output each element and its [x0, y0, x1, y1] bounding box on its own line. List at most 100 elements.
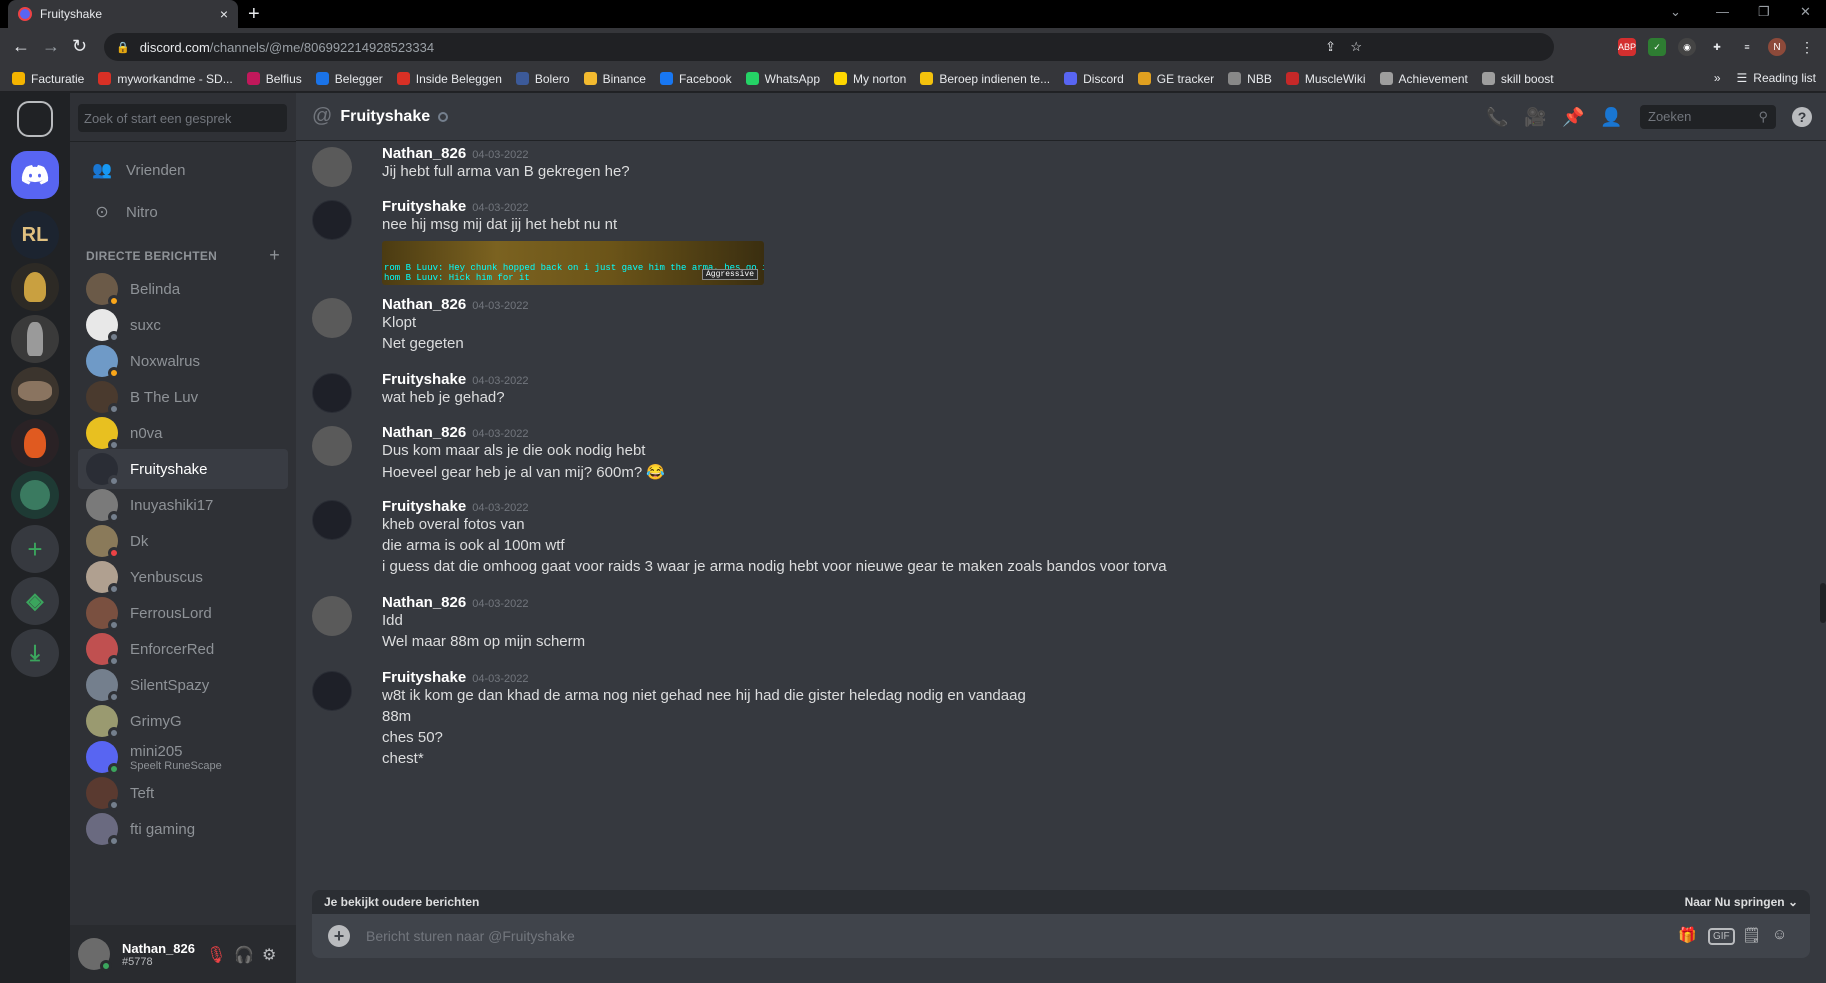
download-apps-icon[interactable]: ⤓ [11, 629, 59, 677]
tab-search-icon[interactable]: ⌄ [1670, 4, 1681, 20]
bookmark-item[interactable]: Facturatie [12, 72, 84, 86]
server-icon[interactable]: RL [11, 211, 59, 259]
server-knight-icon[interactable] [11, 315, 59, 363]
sticker-icon[interactable]: 🗒 [1742, 926, 1761, 944]
headphones-icon[interactable]: 🎧 [234, 945, 254, 965]
add-attachment-icon[interactable]: + [328, 925, 350, 947]
message-avatar[interactable] [312, 500, 352, 540]
extensions-puzzle-icon[interactable]: ✚ [1708, 38, 1726, 56]
message-avatar[interactable] [312, 671, 352, 711]
pinned-messages-icon[interactable]: 📌 [1562, 107, 1584, 128]
bookmark-item[interactable]: My norton [834, 72, 906, 86]
jump-to-present-button[interactable]: Naar Nu springen ⌄ [1685, 895, 1798, 909]
checkmark-extension-icon[interactable]: ✓ [1648, 38, 1666, 56]
add-server-icon[interactable]: + [11, 525, 59, 573]
bookmark-item[interactable]: MuscleWiki [1285, 72, 1366, 86]
bookmark-item[interactable]: GE tracker [1137, 72, 1214, 86]
mute-microphone-icon[interactable]: 🎙 [206, 945, 226, 965]
media-queue-icon[interactable]: ≡ [1738, 38, 1756, 56]
settings-gear-icon[interactable]: ⚙ [262, 945, 276, 965]
reload-icon[interactable]: ↻ [72, 37, 87, 55]
browser-menu-icon[interactable]: ⋮ [1798, 38, 1816, 56]
bookmark-item[interactable]: Belfius [246, 72, 302, 86]
add-friend-to-dm-icon[interactable]: 👤 [1600, 107, 1622, 128]
bookmark-item[interactable]: Binance [583, 72, 646, 86]
dm-item[interactable]: mini205 Speelt RuneScape [78, 737, 288, 777]
forward-icon[interactable]: → [42, 37, 60, 55]
close-window-icon[interactable]: ✕ [1800, 4, 1811, 20]
dm-item[interactable]: Noxwalrus [78, 341, 288, 381]
dm-item[interactable]: EnforcerRed [78, 629, 288, 669]
message-avatar[interactable] [312, 373, 352, 413]
create-dm-icon[interactable]: + [269, 245, 280, 266]
bookmark-item[interactable]: skill boost [1481, 72, 1554, 86]
address-bar[interactable]: 🔒 discord.com/channels/@me/8069922149285… [104, 33, 1554, 61]
help-icon[interactable]: ? [1792, 107, 1812, 127]
dm-item[interactable]: fti gaming [78, 809, 288, 849]
dm-item[interactable]: GrimyG [78, 701, 288, 741]
new-tab-button[interactable]: + [248, 3, 260, 26]
message-author[interactable]: Fruityshake [382, 198, 466, 215]
dm-item[interactable]: suxc [78, 305, 288, 345]
dm-item[interactable]: FerrousLord [78, 593, 288, 633]
inbox-icon[interactable] [17, 101, 53, 137]
dm-item[interactable]: Yenbuscus [78, 557, 288, 597]
message-author[interactable]: Fruityshake [382, 371, 466, 388]
bookmark-item[interactable]: WhatsApp [745, 72, 820, 86]
more-bookmarks-icon[interactable]: » [1714, 71, 1721, 85]
nav-nitro[interactable]: ⊙ Nitro [78, 191, 288, 233]
scrollbar[interactable] [1820, 583, 1826, 623]
gif-button[interactable]: GIF [1708, 928, 1735, 945]
bookmark-item[interactable]: Belegger [315, 72, 383, 86]
dm-item[interactable]: Inuyashiki17 [78, 485, 288, 525]
emoji-icon[interactable]: ☺ [1772, 926, 1787, 943]
profile-avatar[interactable]: N [1768, 38, 1786, 56]
message-author[interactable]: Nathan_826 [382, 424, 466, 441]
voice-call-icon[interactable]: 📞 [1486, 107, 1508, 128]
message-author[interactable]: Nathan_826 [382, 594, 466, 611]
reading-list-button[interactable]: Reading list [1753, 71, 1816, 85]
adblock-icon[interactable]: ABP [1618, 38, 1636, 56]
chat-search-input[interactable]: Zoeken ⚲ [1640, 105, 1776, 129]
bookmark-item[interactable]: Inside Beleggen [396, 72, 502, 86]
bookmark-item[interactable]: Beroep indienen te... [920, 72, 1050, 86]
bookmark-item[interactable]: myworkandme - SD... [98, 72, 233, 86]
gift-icon[interactable]: 🎁 [1678, 926, 1697, 944]
dm-item[interactable]: Belinda [78, 269, 288, 309]
message-avatar[interactable] [312, 298, 352, 338]
bookmark-item[interactable]: NBB [1228, 72, 1272, 86]
server-helmet-icon[interactable] [11, 263, 59, 311]
back-icon[interactable]: ← [12, 37, 30, 55]
user-avatar[interactable] [78, 938, 112, 972]
close-tab-icon[interactable]: × [220, 6, 228, 22]
message-author[interactable]: Nathan_826 [382, 296, 466, 313]
dm-item[interactable]: B The Luv [78, 377, 288, 417]
bookmark-item[interactable]: Bolero [515, 72, 570, 86]
message-avatar[interactable] [312, 200, 352, 240]
bookmark-item[interactable]: Facebook [659, 72, 732, 86]
discord-home-icon[interactable] [11, 151, 59, 199]
message-author[interactable]: Fruityshake [382, 498, 466, 515]
minimize-icon[interactable]: — [1716, 4, 1729, 19]
image-attachment[interactable]: rom B Luuv: Hey chunk hopped back on i j… [382, 241, 764, 285]
message-avatar[interactable] [312, 596, 352, 636]
video-call-icon[interactable]: 🎥 [1524, 107, 1546, 128]
message-author[interactable]: Fruityshake [382, 669, 466, 686]
bookmark-star-icon[interactable]: ☆ [1350, 39, 1362, 55]
message-author[interactable]: Nathan_826 [382, 145, 466, 162]
dm-item[interactable]: Teft [78, 773, 288, 813]
bookmark-item[interactable]: Discord [1064, 72, 1124, 86]
explore-compass-icon[interactable]: ◈ [11, 577, 59, 625]
server-wolf-icon[interactable] [11, 367, 59, 415]
browser-tab[interactable]: Fruityshake × [8, 0, 238, 28]
restore-icon[interactable]: ❐ [1758, 4, 1770, 20]
message-composer[interactable]: + Bericht sturen naar @Fruityshake 🎁 GIF… [312, 914, 1810, 958]
extension-shield-icon[interactable]: ◉ [1678, 38, 1696, 56]
nav-friends[interactable]: 👥 Vrienden [78, 149, 288, 191]
dm-item[interactable]: SilentSpazy [78, 665, 288, 705]
share-icon[interactable]: ⇪ [1325, 39, 1336, 55]
dm-item[interactable]: Fruityshake [78, 449, 288, 489]
message-avatar[interactable] [312, 426, 352, 466]
bookmark-item[interactable]: Achievement [1379, 72, 1468, 86]
dm-item[interactable]: n0va [78, 413, 288, 453]
